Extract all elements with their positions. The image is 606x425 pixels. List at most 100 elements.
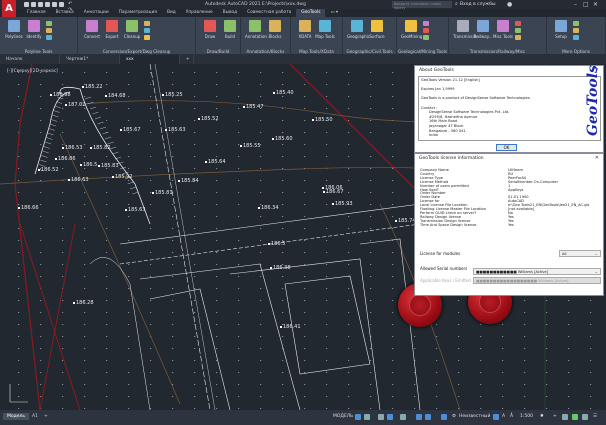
help-icon[interactable]: ● <box>507 1 512 8</box>
sign-in-button[interactable]: Вход в службы <box>460 2 496 7</box>
menu-tab[interactable]: Аннотации <box>79 9 114 17</box>
ribbon-tool-button[interactable]: Build <box>220 20 240 39</box>
workspace-icon[interactable]: ⚙ <box>452 414 456 419</box>
search-input[interactable]: Введите ключевое слово/фразу <box>392 1 452 10</box>
annotation-autoscale-icon[interactable]: A <box>502 414 505 419</box>
gear-icon[interactable]: ✹ <box>540 414 544 419</box>
menu-tab[interactable]: ▭ ▾ <box>325 9 343 17</box>
modules-select[interactable]: All ⌄ <box>559 250 601 257</box>
menu-tab[interactable]: Вывод <box>218 9 242 17</box>
small-tool-icon[interactable] <box>515 21 521 26</box>
grid-mark <box>150 144 152 145</box>
model-space-button[interactable]: МОДЕЛЬ <box>333 414 353 419</box>
ribbon-tool-button[interactable]: Setup <box>551 20 571 39</box>
small-tool-icon[interactable] <box>573 35 579 40</box>
otrack-icon[interactable] <box>425 414 431 420</box>
grid-mark <box>150 396 152 397</box>
view-controls[interactable]: [-][Сверху][2D-каркас] <box>7 69 58 74</box>
close-button[interactable]: ✕ <box>593 1 598 8</box>
menu-tab[interactable]: Главная <box>22 9 51 17</box>
isodraft-icon[interactable] <box>400 414 406 420</box>
small-tool-icon[interactable] <box>144 21 150 26</box>
small-tool-icon[interactable] <box>573 21 579 26</box>
small-tool-icon[interactable] <box>144 35 150 40</box>
maximize-button[interactable]: □ <box>583 1 589 8</box>
menu-tab[interactable]: Вставка <box>51 9 79 17</box>
search-icon[interactable]: ⌕ <box>455 1 458 7</box>
grid-mark <box>238 348 240 349</box>
small-tool-icon[interactable] <box>46 21 52 26</box>
small-tool-icon[interactable] <box>573 28 579 33</box>
small-tool-icon[interactable] <box>515 35 521 40</box>
ribbon-tool-button[interactable]: Identify <box>24 20 44 39</box>
ribbon-tool-button[interactable]: Draw <box>200 20 220 39</box>
hardware-acceleration-icon[interactable] <box>572 414 578 420</box>
undo-icon[interactable]: ↶ ↷ <box>68 1 73 13</box>
location-icon[interactable] <box>441 414 447 420</box>
minimize-button[interactable]: – <box>574 1 577 8</box>
plus-icon[interactable]: + <box>553 414 557 419</box>
grid-icon[interactable] <box>355 414 361 420</box>
save-as-icon[interactable] <box>45 2 50 7</box>
small-tool-icon[interactable] <box>144 28 150 33</box>
document-tab[interactable]: xxx <box>120 55 180 64</box>
close-icon[interactable]: ✕ <box>595 155 599 161</box>
small-tool-icon[interactable] <box>423 35 429 40</box>
document-tab[interactable]: Чертеж1* <box>60 55 120 64</box>
serials-select[interactable]: ■■■■■■■■■■■■ Williams [Active] ⌄ <box>473 268 601 275</box>
ribbon-tool-button[interactable]: Polylines <box>4 20 24 39</box>
isolate-icon[interactable] <box>562 414 568 420</box>
save-icon[interactable] <box>38 2 43 7</box>
ok-button[interactable]: OK <box>496 144 517 151</box>
osnap-icon[interactable] <box>416 414 422 420</box>
small-tool-icon[interactable] <box>423 21 429 26</box>
ribbon-tool-button[interactable]: Transmission <box>453 20 479 39</box>
menu-tab[interactable]: Вид <box>162 9 181 17</box>
ribbon-tool-button[interactable]: GeoMining <box>401 20 422 39</box>
menu-tab[interactable]: Совместная работа <box>242 9 296 17</box>
small-tool-icon[interactable] <box>46 35 52 40</box>
document-tab[interactable]: + <box>180 55 194 64</box>
ribbon-tool-button[interactable]: Railway... <box>473 20 493 39</box>
ribbon-tool-button[interactable]: XDATA <box>295 20 315 39</box>
layout-tab[interactable]: + <box>40 413 52 420</box>
annotative-button[interactable]: Неизвестный <box>459 414 490 419</box>
new-icon[interactable] <box>24 2 29 7</box>
polar-icon[interactable] <box>387 414 393 420</box>
annotation-scale-icon[interactable]: Å <box>510 414 513 419</box>
grid-mark <box>282 144 284 145</box>
grid-mark <box>18 372 20 373</box>
small-tool-icon[interactable] <box>46 28 52 33</box>
ribbon-tool-button[interactable]: Export <box>102 20 122 39</box>
small-tool-icon[interactable] <box>515 28 521 33</box>
ribbon-tool-button[interactable]: Map Tools <box>315 20 335 39</box>
document-tab[interactable]: Начало <box>0 55 60 64</box>
ribbon-tool-button[interactable]: Misc Tools <box>493 20 513 39</box>
autocad-logo[interactable]: A <box>2 0 16 17</box>
publish-icon[interactable] <box>52 2 57 7</box>
customize-menu-icon[interactable]: ☰ <box>593 414 597 419</box>
plot-icon[interactable] <box>59 2 64 7</box>
contour-line <box>0 166 433 185</box>
small-tool-icon[interactable] <box>423 28 429 33</box>
menu-tab[interactable]: GeoTools <box>296 9 326 17</box>
ortho-icon[interactable] <box>378 414 384 420</box>
scale-select[interactable]: 1:500 <box>520 414 533 419</box>
ribbon-tool-button[interactable]: Convert <box>82 20 102 39</box>
menu-tab[interactable]: Параметризация <box>114 9 162 17</box>
menu-tab[interactable]: Управление <box>181 9 218 17</box>
layout-tab[interactable]: Модель <box>3 413 30 420</box>
annotation-visibility-icon[interactable] <box>493 414 499 420</box>
ribbon-tool-button[interactable]: Blocks <box>265 20 285 39</box>
grid-mark <box>458 372 460 373</box>
grid-mark <box>238 84 240 85</box>
fullscreen-icon[interactable] <box>582 414 588 420</box>
ribbon-tool-button[interactable]: Cleanup <box>122 20 142 39</box>
open-icon[interactable] <box>31 2 36 7</box>
ribbon-tool-button[interactable]: Annotation <box>245 20 267 39</box>
grid-mark <box>260 360 262 361</box>
grid-mark <box>282 132 284 133</box>
ribbon-tool-button[interactable]: Surface <box>367 20 387 39</box>
snap-icon[interactable] <box>364 414 370 420</box>
ribbon-tool-button[interactable]: Geographic <box>347 20 370 39</box>
